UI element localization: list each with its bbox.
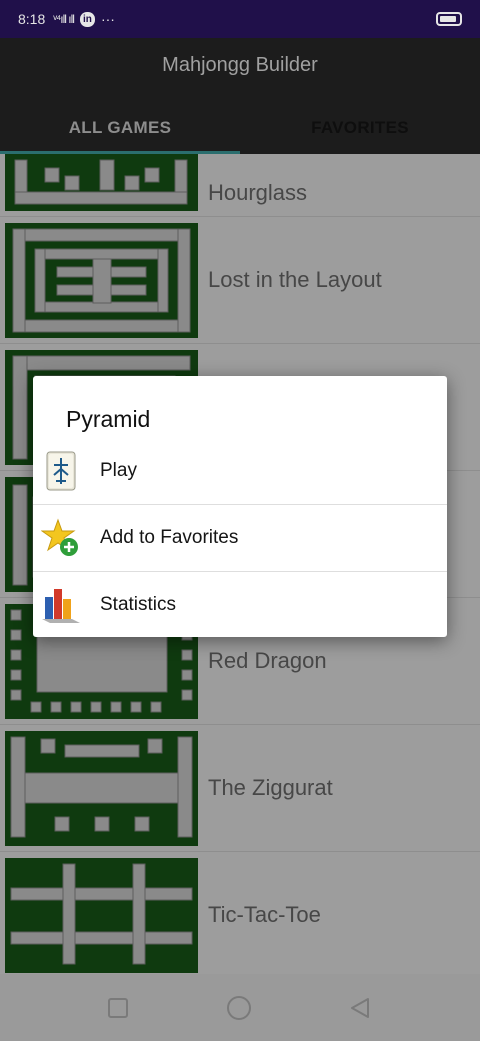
status-bar: 8:18 ᵛ⁴ıll ıll in ··· [0,0,480,38]
tab-favorites[interactable]: FAVORITES [240,102,480,154]
bar-chart-icon [39,583,83,627]
back-button[interactable] [348,996,372,1020]
linkedin-icon: in [79,11,95,27]
list-item[interactable]: Lost in the Layout [0,217,480,344]
battery-icon [436,12,462,26]
play-label: Play [100,459,137,481]
layout-preview-image [5,731,198,846]
layout-thumbnail [5,154,198,211]
statistics-label: Statistics [100,594,177,615]
play-menu-item[interactable]: Play [33,437,447,504]
list-item[interactable]: Tic-Tac-Toe [0,852,480,974]
clock: 8:18 [18,11,46,27]
layout-preview-image [5,154,198,211]
statistics-menu-item[interactable]: Statistics [33,571,447,638]
app-title: Mahjongg Builder [162,54,318,76]
mahjong-tile-icon [39,449,83,493]
app-bar: Mahjongg Builder ALL GAMES FAVORITES [0,38,480,154]
layout-name: Red Dragon [208,648,327,673]
tab-bar: ALL GAMES FAVORITES [0,102,480,154]
layout-name: The Ziggurat [208,775,333,800]
home-button[interactable] [227,996,251,1020]
layout-preview-image [5,858,198,973]
layout-thumbnail [5,223,198,338]
signal-icon: ᵛ⁴ıll ıll [53,12,75,26]
star-add-icon [39,516,83,560]
layout-options-dialog: Pyramid Play Add to Favorites Statistics [33,376,447,637]
layout-thumbnail [5,858,198,973]
system-nav-bar [0,974,480,1041]
layout-name: Hourglass [208,180,308,206]
recent-apps-button[interactable] [108,998,128,1018]
layout-preview-image [5,223,198,338]
layout-name: Tic-Tac-Toe [208,902,321,927]
tab-all-games[interactable]: ALL GAMES [0,102,240,154]
dialog-title: Pyramid [66,406,151,432]
more-notifications-icon: ··· [100,11,115,27]
back-triangle-icon [351,998,369,1018]
layout-thumbnail [5,731,198,846]
list-item[interactable]: The Ziggurat [0,725,480,852]
layout-name: Lost in the Layout [208,267,382,292]
list-item[interactable]: Hourglass [0,154,480,217]
add-to-favorites-menu-item[interactable]: Add to Favorites [33,504,447,571]
add-to-favorites-label: Add to Favorites [100,527,239,548]
